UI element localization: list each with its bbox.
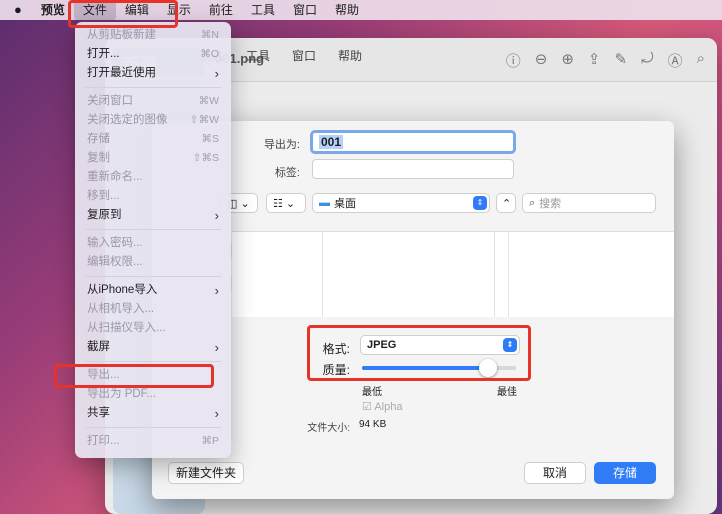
menu-item-label: 打印... [87,435,120,447]
folder-icon: ▬ [319,197,330,209]
quality-max-label: 最佳 [497,387,517,398]
search-icon[interactable]: ⌕ [697,50,705,71]
tags-field[interactable] [312,159,514,179]
menubar-tools[interactable]: 工具 [242,0,284,20]
markup-icon[interactable]: ✎ [615,50,628,71]
menu-item-label: 编辑权限... [87,256,143,268]
info-icon[interactable]: ⓘ [506,50,521,71]
file-browser[interactable] [232,231,674,317]
menu-item-label: 存储 [87,133,110,145]
menu-separator [85,276,221,277]
menu-item: 关闭选定的图像 ⇧⌘W [75,111,231,130]
menu-item-label: 从剪贴板新建 [87,29,156,41]
view-mode-control[interactable]: ☷ ⌄ [266,193,306,213]
menu-item[interactable]: 共享 › [75,404,231,423]
menu-separator [85,361,221,362]
new-folder-button[interactable]: 新建文件夹 [168,462,244,484]
annotation-format-quality [307,325,531,381]
filesize-label: 文件大小: [307,423,350,434]
menu-item[interactable]: 从iPhone导入 › [75,281,231,300]
menu-item: 重新命名... [75,168,231,187]
menu-item-label: 关闭窗口 [87,95,133,107]
save-button[interactable]: 存储 [594,462,656,484]
share-icon[interactable]: ⇪ [588,50,601,71]
menu-separator [85,229,221,230]
rotate-icon[interactable]: ⤾ [641,50,654,71]
menubar-help[interactable]: 帮助 [326,0,368,20]
menu-item-label: 打开... [87,48,120,60]
zoom-in-icon[interactable]: ⊕ [561,50,574,71]
menu-item[interactable]: 复原到 › [75,206,231,225]
alpha-checkbox[interactable]: ☑ Alpha [362,400,402,413]
menu-item: 关闭窗口 ⌘W [75,92,231,111]
menu-item-label: 从iPhone导入 [87,284,158,296]
chevron-updown-icon: ⇕ [473,196,487,210]
chevron-right-icon: › [214,66,219,81]
menu-item: 编辑权限... [75,253,231,272]
export-as-label: 导出为: [263,139,300,151]
menu-item-label: 从扫描仪导入... [87,322,166,334]
menu-item-shortcut: ⌘W [198,95,219,107]
menu-item-label: 导出为 PDF... [87,388,157,400]
chevron-right-icon: › [214,208,219,223]
export-as-field[interactable]: 001 [310,130,516,154]
menu-item-label: 输入密码... [87,237,143,249]
menu-item[interactable]: 打开... ⌘O [75,45,231,64]
menu-item-label: 从相机导入... [87,303,155,315]
menu-item-label: 共享 [87,407,110,419]
menu-item-label: 复制 [87,152,110,164]
menu-item-label: 移到... [87,190,120,202]
chevron-right-icon: › [214,406,219,421]
menu-item[interactable]: 打开最近使用 › [75,64,231,83]
menu-item-shortcut: ⇧⌘W [189,114,219,126]
menu-item-shortcut: ⌘O [200,48,219,60]
annotate-icon[interactable]: Ⓐ [668,50,683,71]
menu-item-shortcut: ⌘S [201,133,219,145]
location-popup[interactable]: ▬ 桌面 ⇕ [312,193,490,213]
menu-separator [85,87,221,88]
menu-tools[interactable]: 工具 [246,47,270,64]
annotation-export [54,364,214,388]
zoom-out-icon[interactable]: ⊖ [535,50,548,71]
menu-item-label: 截屏 [87,341,110,353]
annotation-file-menu [68,0,178,28]
menu-item: 复制 ⇧⌘S [75,149,231,168]
chevron-right-icon: › [214,283,219,298]
menu-item: 打印... ⌘P [75,432,231,451]
menu-item-label: 重新命名... [87,171,143,183]
menu-separator [85,427,221,428]
chevron-right-icon: › [214,340,219,355]
search-icon: ⌕ [529,196,536,209]
filesize-value: 94 KB [359,419,387,430]
menu-item: 从相机导入... [75,300,231,319]
menubar-go[interactable]: 前往 [200,0,242,20]
tags-label: 标签: [274,167,300,179]
menu-item: 从剪贴板新建 ⌘N [75,26,231,45]
menu-item: 输入密码... [75,234,231,253]
menu-window[interactable]: 窗口 [292,47,316,64]
quality-min-label: 最低 [362,387,382,398]
menu-item: 移到... [75,187,231,206]
menu-item-shortcut: ⌘P [201,435,219,447]
menu-item: 从扫描仪导入... [75,319,231,338]
expand-button[interactable]: ⌃ [496,193,516,213]
cancel-button[interactable]: 取消 [524,462,586,484]
menu-item-label: 打开最近使用 [87,67,156,79]
menubar-window[interactable]: 窗口 [284,0,326,20]
apple-icon[interactable]: ● [0,0,32,20]
menu-help[interactable]: 帮助 [338,47,362,64]
checkbox-icon: ☑ [362,401,372,413]
menu-item: 存储 ⌘S [75,130,231,149]
menu-item-label: 复原到 [87,209,122,221]
menu-item[interactable]: 截屏 › [75,338,231,357]
search-field[interactable]: ⌕ 搜索 [522,193,656,213]
menu-item-label: 关闭选定的图像 [87,114,168,126]
menu-item-shortcut: ⇧⌘S [192,152,219,164]
file-menu: 从剪贴板新建 ⌘N 打开... ⌘O 打开最近使用 › 关闭窗口 ⌘W 关闭选定的图像 ⇧⌘W 存储… [75,22,231,458]
menu-item-shortcut: ⌘N [200,29,219,41]
